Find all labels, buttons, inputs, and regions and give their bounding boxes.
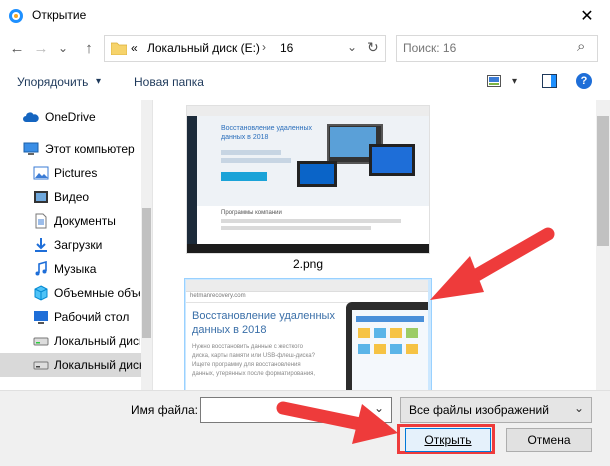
arrow-to-file-icon: [430, 227, 555, 300]
arrow-to-open-button-icon: [276, 401, 398, 444]
annotation-arrows: [276, 227, 555, 444]
